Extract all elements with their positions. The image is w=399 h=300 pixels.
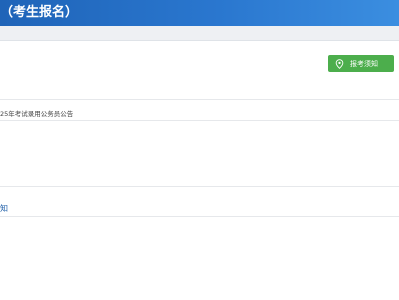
exam-notice-label: 报考须知 (350, 59, 378, 68)
announcement-text: 25年考试录用公务员公告 (0, 110, 74, 118)
divider (0, 186, 399, 187)
exam-notice-button[interactable]: 报考须知 (328, 55, 394, 72)
notice-link[interactable]: 知 (0, 203, 8, 214)
page-header: （考生报名） (0, 0, 399, 26)
toolbar-strip (0, 26, 399, 41)
location-pin-icon (335, 58, 344, 69)
divider (0, 99, 399, 100)
divider (0, 120, 399, 121)
divider (0, 216, 399, 217)
header-title: （考生报名） (0, 5, 79, 20)
